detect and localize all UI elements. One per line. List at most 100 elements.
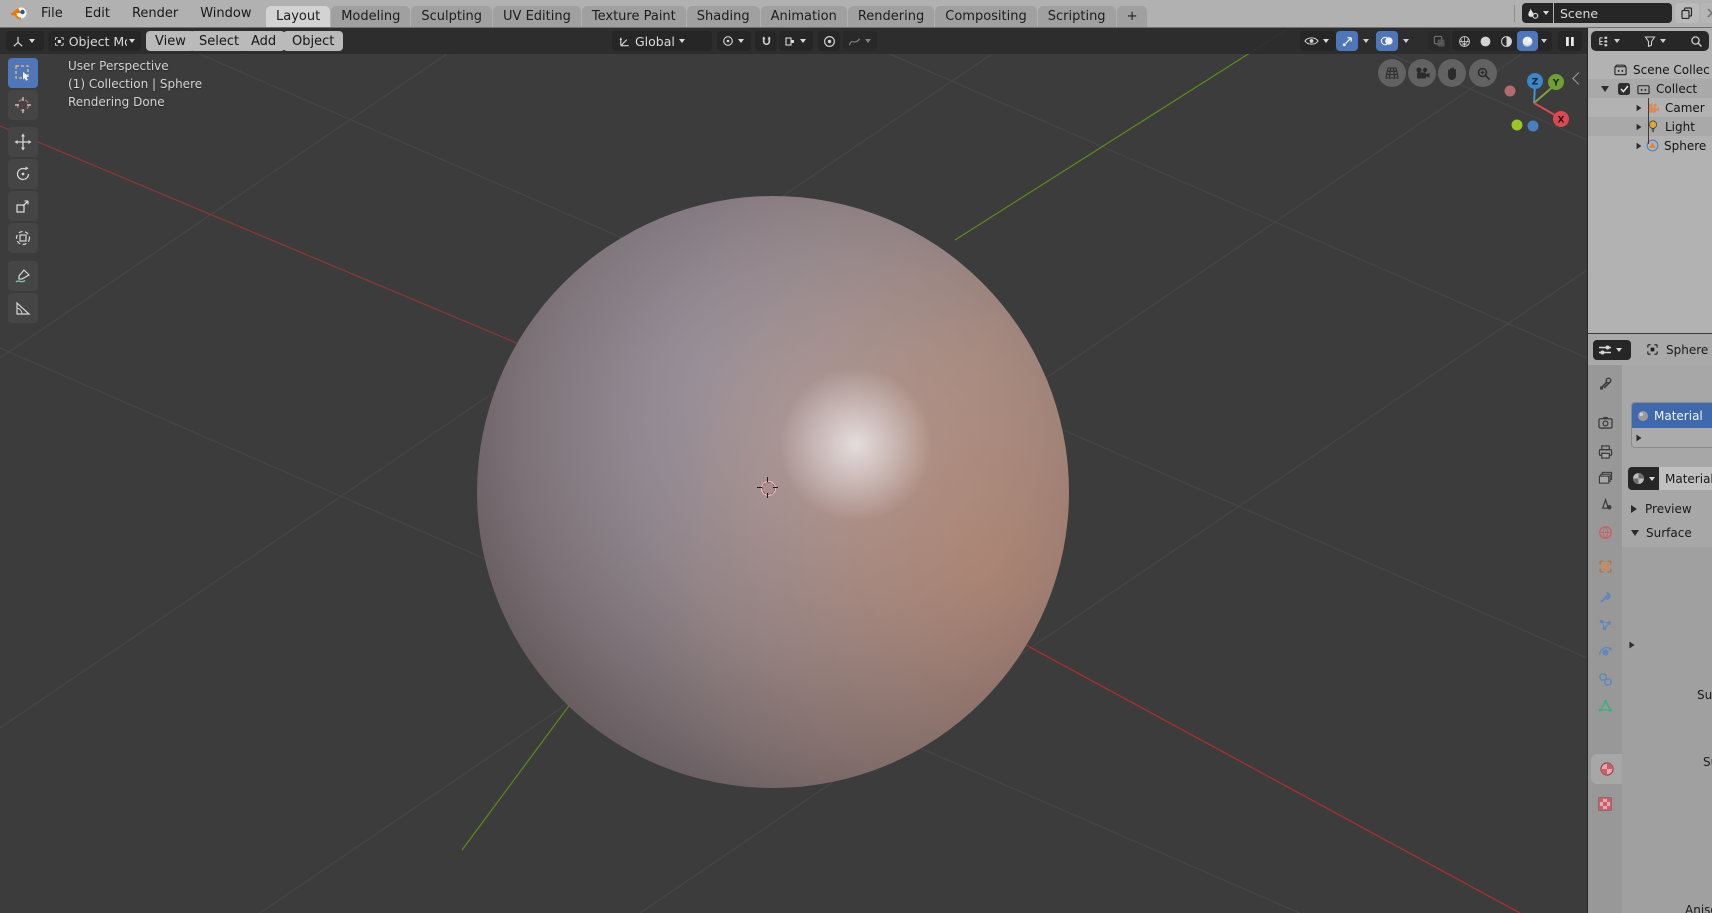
outliner-row-scene-collection[interactable]: Scene Collec (1588, 60, 1712, 79)
tab-particles[interactable] (1590, 612, 1620, 638)
workspace-tab-sculpting[interactable]: Sculpting (411, 6, 492, 27)
tab-object-data[interactable] (1590, 693, 1620, 719)
outliner-row-sphere[interactable]: Sphere (1588, 136, 1712, 155)
tab-output[interactable] (1590, 439, 1620, 465)
add-menu[interactable]: Add (242, 31, 285, 51)
unlink-scene-button[interactable] (1701, 3, 1712, 23)
tool-measure[interactable] (8, 293, 38, 323)
outliner-row-collection[interactable]: Collect (1588, 79, 1712, 98)
expand-arrow[interactable] (1637, 142, 1642, 148)
visibility-dropdown[interactable] (1300, 31, 1336, 51)
tab-modifiers[interactable] (1590, 584, 1620, 610)
panel-surface[interactable]: Surface (1631, 526, 1692, 540)
outliner-search-button[interactable] (1690, 35, 1703, 48)
tool-transform[interactable] (8, 223, 38, 253)
blender-logo-icon[interactable] (10, 5, 28, 21)
menu-file[interactable]: File (30, 2, 74, 25)
new-scene-button[interactable] (1675, 3, 1699, 23)
tool-cursor[interactable] (8, 90, 38, 120)
camera-view-button[interactable] (1408, 59, 1436, 87)
workspace-tab-animation[interactable]: Animation (761, 6, 847, 27)
scene-name-field[interactable]: Scene (1554, 3, 1672, 23)
transform-orientation-dropdown[interactable]: Global (612, 31, 712, 51)
perspective-button[interactable] (1378, 59, 1406, 87)
collection-expand-arrow[interactable] (1601, 86, 1609, 92)
material-name-field[interactable]: Material (1659, 467, 1712, 490)
editor-type-button[interactable] (6, 31, 44, 51)
workspace-tab-texture-paint[interactable]: Texture Paint (582, 6, 686, 27)
menu-render[interactable]: Render (121, 2, 189, 25)
menu-edit[interactable]: Edit (74, 2, 121, 25)
falloff-dropdown[interactable] (843, 31, 877, 51)
tab-material[interactable] (1591, 754, 1622, 784)
pause-render-button[interactable] (1558, 31, 1582, 51)
add-workspace-tab[interactable]: + (1117, 6, 1148, 27)
tool-rotate[interactable] (8, 159, 38, 189)
tool-scale[interactable] (8, 191, 38, 221)
snap-toggle[interactable] (755, 31, 777, 51)
mesh-data-icon (1646, 343, 1659, 356)
shading-wireframe-button[interactable] (1454, 31, 1475, 51)
snap-target-dropdown[interactable] (779, 31, 813, 51)
gizmo-neg-y-axis[interactable] (1512, 120, 1523, 131)
gizmo-dropdown[interactable] (1359, 31, 1373, 51)
gizmo-toggle[interactable] (1336, 31, 1358, 51)
viewport-3d[interactable]: Object Mo.. View Select Add Object Globa… (0, 28, 1587, 913)
material-datablock-menu[interactable] (1628, 467, 1659, 490)
workspace-tab-rendering[interactable]: Rendering (848, 6, 934, 27)
xray-icon (1433, 35, 1446, 48)
gizmo-neg-x-axis[interactable] (1505, 86, 1516, 97)
wireframe-icon (1458, 35, 1471, 48)
tab-physics[interactable] (1590, 639, 1620, 665)
collection-checkbox[interactable] (1618, 83, 1630, 95)
tool-move[interactable] (8, 127, 38, 157)
workspace-tab-modeling[interactable]: Modeling (331, 6, 410, 27)
navigation-gizmo[interactable]: Z Y X (1499, 68, 1569, 138)
workspace-tab-uv-editing[interactable]: UV Editing (493, 6, 581, 27)
pan-view-button[interactable] (1438, 59, 1466, 87)
outliner-filter-button[interactable] (1644, 35, 1666, 47)
tab-tool[interactable] (1590, 370, 1620, 396)
shading-material-preview-button[interactable] (1496, 31, 1517, 51)
expand-arrow[interactable] (1637, 123, 1642, 129)
workspace-tab-shading[interactable]: Shading (687, 6, 760, 27)
base-color-expand-arrow[interactable] (1629, 642, 1634, 649)
select-menu[interactable]: Select (190, 31, 248, 51)
tab-scene[interactable] (1590, 491, 1620, 517)
properties-editor-type-button[interactable] (1593, 340, 1631, 360)
workspace-tab-scripting[interactable]: Scripting (1038, 6, 1116, 27)
xray-toggle[interactable] (1428, 31, 1450, 51)
tab-view-layer[interactable] (1590, 465, 1620, 491)
panel-preview[interactable]: Preview (1631, 502, 1692, 516)
workspace-tab-layout[interactable]: Layout (266, 6, 330, 27)
shading-solid-button[interactable] (1475, 31, 1496, 51)
object-menu[interactable]: Object (283, 31, 343, 51)
tab-texture[interactable] (1590, 791, 1620, 817)
workspace-tab-compositing[interactable]: Compositing (935, 6, 1037, 27)
mode-dropdown[interactable]: Object Mo.. (48, 31, 141, 51)
menu-window[interactable]: Window (189, 2, 262, 25)
scene-browse-button[interactable] (1522, 3, 1553, 23)
zoom-view-button[interactable] (1469, 59, 1497, 87)
overlays-dropdown[interactable] (1399, 31, 1413, 51)
view-menu[interactable]: View (146, 31, 195, 51)
tab-render[interactable] (1590, 409, 1620, 435)
tool-annotate[interactable] (8, 261, 38, 291)
grid-icon (1384, 66, 1400, 80)
pivot-point-dropdown[interactable] (717, 31, 751, 51)
tab-object[interactable] (1590, 553, 1620, 579)
checkmark-icon (1620, 85, 1629, 93)
outliner-row-camera[interactable]: Camer (1588, 98, 1712, 117)
tool-select-box[interactable] (8, 58, 38, 88)
tab-constraints[interactable] (1590, 666, 1620, 692)
shading-rendered-button[interactable] (1517, 31, 1538, 51)
proportional-editing-toggle[interactable] (818, 31, 840, 51)
gizmo-neg-z-axis[interactable] (1528, 121, 1539, 132)
material-slot-row[interactable]: Material (1632, 403, 1712, 428)
tab-world[interactable] (1590, 519, 1620, 545)
overlays-toggle[interactable] (1376, 31, 1398, 51)
outliner-editor-type-button[interactable] (1597, 35, 1620, 48)
expand-arrow[interactable] (1637, 104, 1642, 110)
slot-specials-button[interactable] (1636, 434, 1641, 441)
outliner-row-light[interactable]: Light (1588, 117, 1712, 136)
